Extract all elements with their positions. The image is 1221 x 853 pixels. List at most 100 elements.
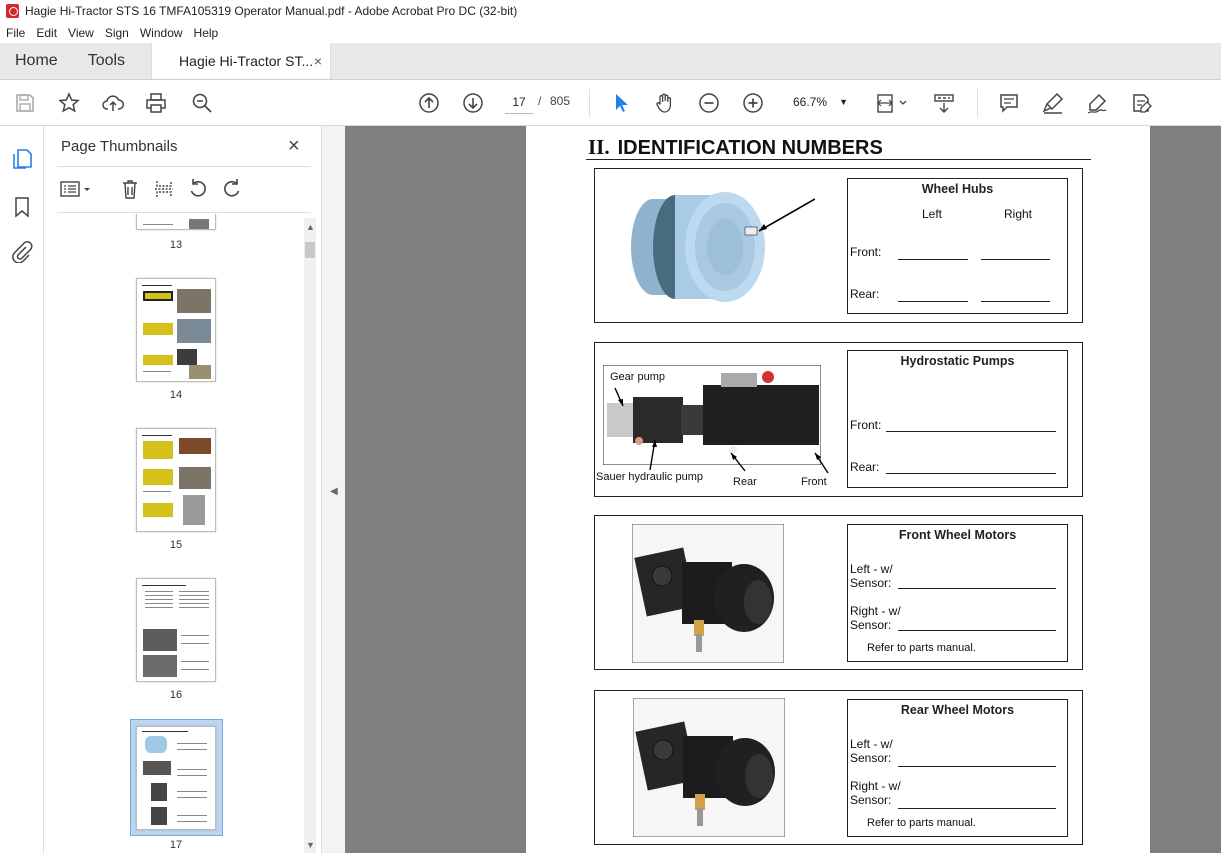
- hydrostatic-pumps-title: Hydrostatic Pumps: [900, 354, 1015, 368]
- tab-bar: Home Tools Hagie Hi-Tractor ST... ×: [0, 43, 1221, 80]
- thumbnail-page-number: 15: [169, 539, 183, 551]
- rear-wheel-motors-title: Rear Wheel Motors: [900, 703, 1015, 717]
- left-sensor-label-1: Left - w/: [850, 562, 893, 576]
- left-nav-strip: [0, 126, 44, 853]
- front-wheel-motors-form: Front Wheel Motors Left - w/ Sensor: Rig…: [847, 524, 1068, 662]
- scroll-mode-icon[interactable]: [932, 91, 956, 115]
- thumbnail-page-selected[interactable]: [136, 726, 216, 830]
- thumbnail-page-number: 13: [169, 239, 183, 251]
- rear-left-blank: [898, 301, 968, 302]
- collapse-panel-icon[interactable]: ◀: [330, 486, 338, 497]
- comment-icon[interactable]: [997, 91, 1021, 115]
- rotate-cw-icon[interactable]: [221, 178, 243, 200]
- zoom-search-icon[interactable]: [190, 91, 214, 115]
- right-sensor-label-2: Sensor:: [850, 793, 892, 807]
- left-sensor-label-2: Sensor:: [850, 751, 892, 765]
- menu-view[interactable]: View: [62, 26, 99, 40]
- sign-pen-icon[interactable]: [1085, 91, 1109, 115]
- thumbnail-page[interactable]: [136, 278, 216, 382]
- extract-pages-icon[interactable]: [153, 178, 175, 200]
- zoom-dropdown[interactable]: 66.7% ▼: [787, 90, 852, 114]
- right-sensor-blank: [898, 630, 1056, 631]
- rear-pump-blank: [886, 473, 1056, 474]
- menu-window[interactable]: Window: [134, 26, 188, 40]
- menu-file[interactable]: File: [0, 26, 30, 40]
- left-sensor-blank: [898, 588, 1056, 589]
- right-column-label: Right: [1004, 207, 1033, 221]
- parts-manual-note: Refer to parts manual.: [867, 817, 976, 829]
- right-sensor-label-2: Sensor:: [850, 618, 892, 632]
- front-label: Front:: [850, 418, 882, 432]
- right-sensor-label-1: Right - w/: [850, 779, 901, 793]
- section-title: IDENTIFICATION NUMBERS: [617, 137, 883, 159]
- thumbnail-list: 13 14 15 16 17: [45, 214, 303, 853]
- bookmark-icon[interactable]: [11, 196, 33, 218]
- options-menu-icon[interactable]: [59, 178, 93, 200]
- page-number-input[interactable]: 17: [505, 90, 533, 114]
- left-column-label: Left: [922, 207, 943, 221]
- zoom-in-icon[interactable]: [741, 91, 765, 115]
- star-icon[interactable]: [57, 91, 81, 115]
- delete-trash-icon[interactable]: [119, 178, 141, 200]
- upload-cloud-icon[interactable]: [101, 91, 125, 115]
- save-icon[interactable]: [13, 91, 37, 115]
- rotate-ccw-icon[interactable]: [187, 178, 209, 200]
- page-thumbnails-icon[interactable]: [11, 148, 33, 170]
- thumbnail-page[interactable]: [136, 578, 216, 682]
- tab-document[interactable]: Hagie Hi-Tractor ST... ×: [151, 43, 332, 79]
- tab-home[interactable]: Home: [0, 43, 73, 79]
- page-heading: II. IDENTIFICATION NUMBERS: [588, 135, 883, 160]
- page-fit-icon[interactable]: [875, 91, 911, 115]
- thumbnail-tools: [59, 176, 309, 202]
- toolbar: 17 / 805 66.7% ▼: [0, 80, 1221, 126]
- tab-document-label: Hagie Hi-Tractor ST...: [179, 53, 314, 69]
- heading-rule: [586, 159, 1091, 160]
- close-tab-icon[interactable]: ×: [314, 53, 322, 69]
- menu-sign[interactable]: Sign: [99, 26, 134, 40]
- menu-bar: File Edit View Sign Window Help: [0, 22, 1221, 43]
- chevron-down-icon: ▼: [839, 97, 848, 107]
- left-sensor-label-1: Left - w/: [850, 737, 893, 751]
- wheel-hubs-section: Wheel Hubs Left Right Front: Rear:: [594, 168, 1083, 323]
- gear-pump-callout: Gear pump: [610, 371, 666, 383]
- print-icon[interactable]: [144, 91, 168, 115]
- pdf-page: II. IDENTIFICATION NUMBERS Wheel Hubs Lef…: [526, 126, 1150, 853]
- next-page-icon[interactable]: [461, 91, 485, 115]
- thumbnail-page-number: 14: [169, 389, 183, 401]
- front-label: Front:: [850, 245, 882, 259]
- left-sensor-blank: [898, 766, 1056, 767]
- menu-help[interactable]: Help: [188, 26, 224, 40]
- hand-tool-icon[interactable]: [653, 91, 677, 115]
- rear-label: Rear:: [850, 287, 880, 301]
- zoom-out-icon[interactable]: [697, 91, 721, 115]
- previous-page-icon[interactable]: [417, 91, 441, 115]
- document-view[interactable]: II. IDENTIFICATION NUMBERS Wheel Hubs Lef…: [345, 126, 1221, 853]
- wheel-hubs-title: Wheel Hubs: [921, 182, 994, 196]
- scroll-up-icon[interactable]: ▲: [306, 222, 315, 232]
- front-wheel-motor-photo: [632, 524, 784, 663]
- select-pointer-icon[interactable]: [609, 91, 633, 115]
- panel-splitter[interactable]: ◀: [321, 126, 345, 853]
- hydrostatic-pumps-section: Gear pump Sauer hydraulic pump Rear Fron…: [594, 342, 1083, 497]
- menu-edit[interactable]: Edit: [30, 26, 62, 40]
- right-sensor-blank: [898, 808, 1056, 809]
- divider: [57, 166, 311, 167]
- tab-tools[interactable]: Tools: [73, 43, 140, 79]
- front-wheel-motors-title: Front Wheel Motors: [898, 528, 1017, 542]
- highlight-pen-icon[interactable]: [1041, 91, 1065, 115]
- edit-form-icon[interactable]: [1129, 91, 1153, 115]
- attachment-icon[interactable]: [11, 241, 33, 263]
- close-panel-icon[interactable]: ×: [288, 135, 300, 158]
- right-sensor-label-1: Right - w/: [850, 604, 901, 618]
- thumbnail-page[interactable]: [136, 214, 216, 230]
- scroll-down-icon[interactable]: ▼: [306, 840, 315, 850]
- thumbnail-page[interactable]: [136, 428, 216, 532]
- page-total: 805: [550, 94, 571, 108]
- parts-manual-note: Refer to parts manual.: [867, 642, 976, 654]
- zoom-value: 66.7%: [793, 95, 828, 109]
- rear-wheel-motors-section: Rear Wheel Motors Left - w/ Sensor: Righ…: [594, 690, 1083, 845]
- scrollbar-thumb[interactable]: [305, 242, 315, 258]
- thumbnail-scrollbar[interactable]: ▲ ▼: [304, 218, 316, 853]
- wheel-hubs-form: Wheel Hubs Left Right Front: Rear:: [847, 178, 1068, 314]
- rear-wheel-motors-form: Rear Wheel Motors Left - w/ Sensor: Righ…: [847, 699, 1068, 837]
